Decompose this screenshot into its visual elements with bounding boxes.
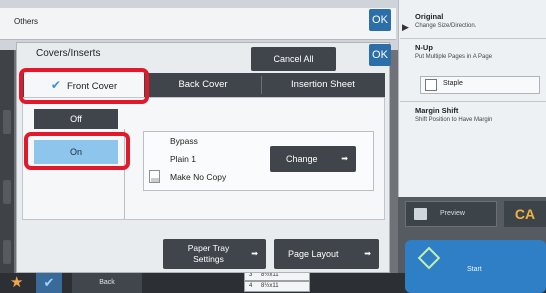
- paper-source: Bypass: [170, 136, 198, 146]
- left-strip-notch: [3, 180, 11, 204]
- staple-label: Staple: [443, 80, 463, 87]
- ok-button[interactable]: OK: [369, 9, 391, 31]
- original-subtitle: Change Size/Direction.: [415, 23, 477, 29]
- start-icon: [417, 246, 441, 270]
- tray-number: 4: [249, 283, 253, 289]
- margin-shift-subtitle: Shift Position to Have Margin: [415, 117, 493, 123]
- left-strip-notch: [3, 110, 11, 134]
- star-icon[interactable]: ★: [10, 274, 23, 292]
- right-panel: [398, 0, 546, 197]
- back-button[interactable]: Back: [72, 273, 142, 293]
- arrow-right-icon: ➡: [364, 249, 371, 258]
- start-button[interactable]: Start: [405, 240, 546, 293]
- document-icon: [149, 170, 160, 183]
- paper-type: Plain 1: [170, 154, 196, 164]
- cancel-all-button[interactable]: Cancel All: [251, 47, 336, 71]
- margin-shift-item[interactable]: Margin Shift Shift Position to Have Marg…: [415, 106, 492, 123]
- change-label: Change: [286, 154, 318, 164]
- tray-size: 8½x11: [261, 283, 279, 289]
- highlight-front-cover: [19, 68, 149, 104]
- original-item[interactable]: Original Change Size/Direction.: [415, 12, 476, 29]
- button-label-line: Settings: [193, 254, 224, 264]
- n-up-subtitle: Put Multiple Pages in A Page: [415, 54, 493, 60]
- margin-shift-title: Margin Shift: [415, 106, 459, 115]
- original-title: Original: [415, 12, 444, 21]
- highlight-on-button: [24, 132, 130, 170]
- others-header: [0, 8, 396, 40]
- tab-back-cover[interactable]: Back Cover: [146, 73, 260, 97]
- staple-checkbox[interactable]: [425, 79, 437, 91]
- paper-tray-settings-button[interactable]: Paper Tray Settings ➡: [163, 239, 266, 269]
- divider: [400, 101, 546, 102]
- page-layout-button[interactable]: Page Layout ➡: [274, 239, 379, 269]
- divider: [400, 38, 546, 39]
- expand-arrow-icon[interactable]: ▶: [402, 22, 409, 33]
- dialog-ok-button[interactable]: OK: [369, 44, 391, 66]
- arrow-right-icon: ➡: [251, 249, 258, 258]
- page-title: Others: [14, 17, 39, 26]
- arrow-right-icon: ➡: [341, 154, 348, 163]
- preview-button[interactable]: Preview: [405, 201, 497, 227]
- button-label-line: Paper Tray: [187, 243, 230, 253]
- tray-row: 4 8½x11: [244, 281, 310, 292]
- checkmark-icon[interactable]: ✔: [36, 273, 62, 293]
- preview-label: Preview: [440, 210, 465, 217]
- tab-insertion-sheet[interactable]: Insertion Sheet: [262, 73, 384, 97]
- change-button[interactable]: Change ➡: [270, 146, 356, 172]
- dialog-title: Covers/Inserts: [36, 48, 101, 59]
- staple-item[interactable]: Staple: [420, 76, 540, 94]
- start-label: Start: [467, 266, 482, 273]
- clear-all-button[interactable]: CA: [504, 201, 546, 227]
- left-strip: [0, 50, 14, 275]
- copy-setting: Make No Copy: [170, 172, 227, 182]
- n-up-title: N-Up: [415, 43, 433, 52]
- n-up-item[interactable]: N-Up Put Multiple Pages in A Page: [415, 43, 492, 60]
- preview-icon: [414, 208, 427, 220]
- page-layout-label: Page Layout: [288, 249, 339, 259]
- left-strip-notch: [3, 240, 11, 264]
- off-button[interactable]: Off: [34, 109, 118, 129]
